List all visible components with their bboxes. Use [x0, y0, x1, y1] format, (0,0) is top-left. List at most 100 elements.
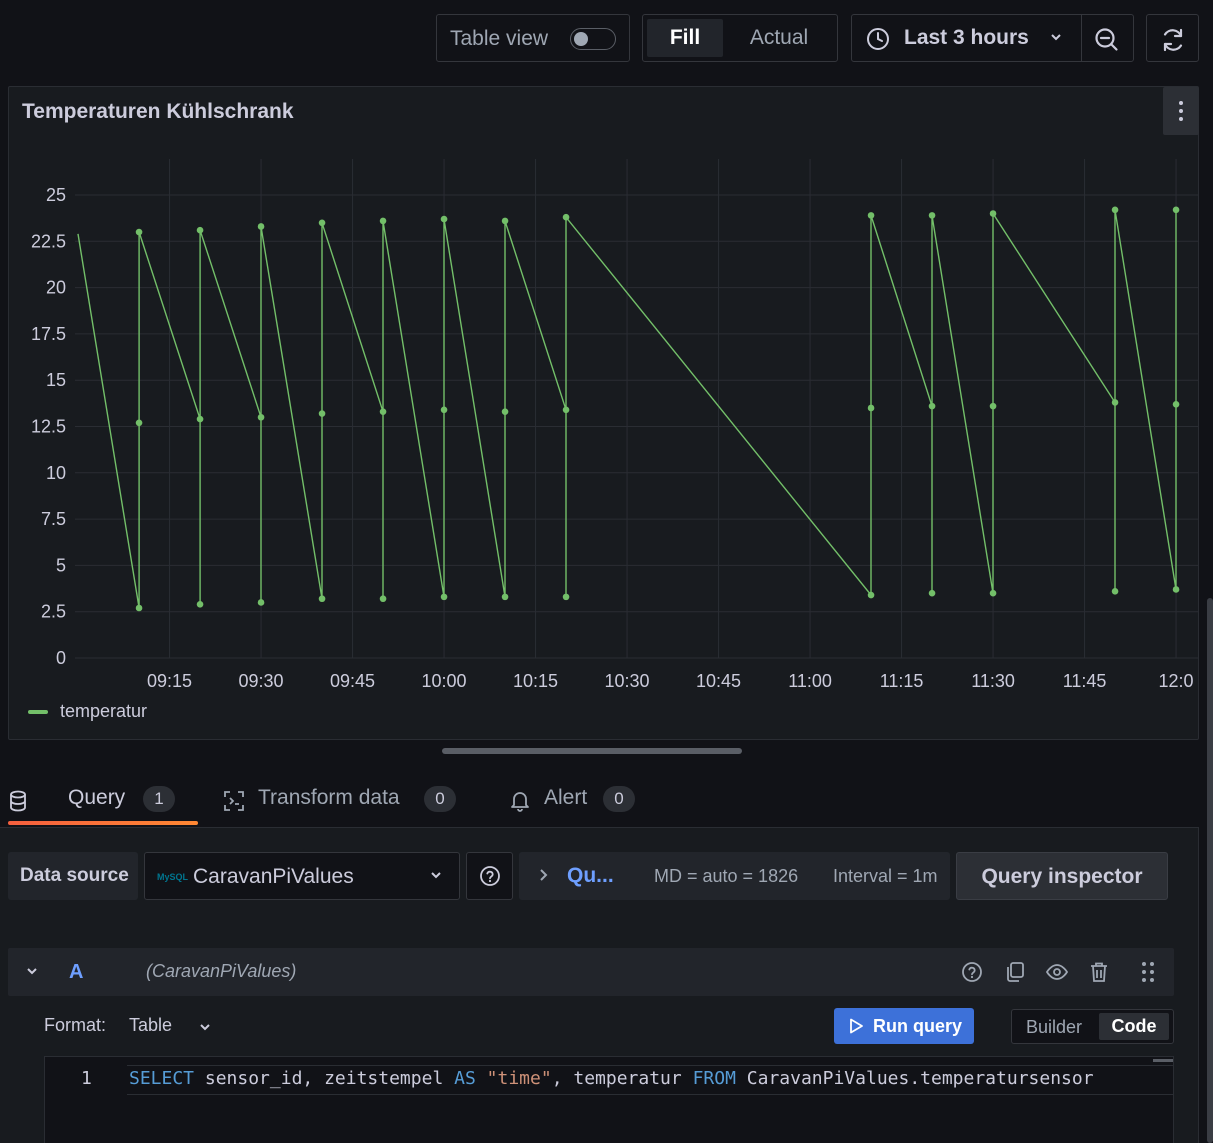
- drag-handle-icon[interactable]: [1141, 961, 1155, 983]
- time-series-chart: 0 2.5 5 7.5 10 12.5 15 17.5 20 22.5 25 09:15 09:30 09…: [31, 159, 1198, 691]
- trash-icon[interactable]: [1089, 961, 1109, 983]
- mysql-logo-icon: MySQL: [157, 872, 189, 882]
- time-range-picker[interactable]: Last 3 hours: [851, 14, 1134, 62]
- data-point: [379, 217, 387, 225]
- data-source-name: CaravanPiValues: [193, 865, 354, 888]
- tab-query[interactable]: Query 1: [8, 786, 198, 826]
- more-vertical-icon: [1179, 101, 1183, 125]
- code-mode-option[interactable]: Code: [1099, 1013, 1169, 1040]
- data-point: [1111, 399, 1119, 406]
- data-point: [928, 589, 936, 597]
- chevron-down-icon[interactable]: [198, 1020, 212, 1034]
- data-point: [196, 226, 204, 234]
- eye-icon[interactable]: [1045, 961, 1069, 983]
- panel-title: Temperaturen Kühlschrank: [22, 100, 294, 123]
- y-tick-label: 2.5: [41, 602, 66, 622]
- tab-transform[interactable]: Transform data 0: [223, 786, 463, 826]
- query-inspector-button[interactable]: Query inspector: [956, 852, 1168, 900]
- query-row-header[interactable]: A (CaravanPiValues): [8, 948, 1174, 996]
- question-circle-icon: [480, 866, 500, 886]
- bell-icon: [511, 792, 529, 812]
- x-tick-label: 10:15: [513, 671, 558, 691]
- data-point: [501, 217, 509, 225]
- sql-code-editor[interactable]: 1 SELECT sensor_id, zeitstempel AS "time…: [44, 1056, 1174, 1143]
- y-tick-label: 15: [46, 370, 66, 390]
- y-tick-label: 7.5: [41, 509, 66, 529]
- data-point: [135, 604, 143, 612]
- x-tick-label: 09:15: [147, 671, 192, 691]
- refresh-button[interactable]: [1146, 14, 1199, 62]
- data-point: [196, 600, 204, 608]
- y-tick-label: 25: [46, 185, 66, 205]
- x-tick-label: 11:15: [880, 671, 924, 691]
- page-scrollbar[interactable]: [1207, 598, 1213, 1143]
- data-point: [501, 408, 509, 415]
- chevron-down-icon: [431, 872, 441, 879]
- x-tick-label: 11:45: [1063, 671, 1107, 691]
- y-tick-label: 22.5: [31, 231, 66, 251]
- data-point: [928, 402, 936, 410]
- x-tick-label: 11:30: [971, 671, 1015, 691]
- x-tick-label: 09:45: [330, 671, 375, 691]
- x-tick-label: 09:30: [239, 671, 284, 691]
- table-view-label: Table view: [450, 27, 549, 50]
- query-options-label: Qu...: [567, 864, 614, 887]
- format-select[interactable]: Table: [129, 1015, 172, 1036]
- data-point: [440, 406, 448, 414]
- legend-swatch: [28, 710, 48, 715]
- line-number: 1: [81, 1068, 92, 1089]
- tab-alert-label: Alert: [544, 786, 588, 809]
- fill-option[interactable]: Fill: [647, 19, 723, 57]
- data-point: [501, 593, 509, 601]
- tab-alert[interactable]: Alert 0: [510, 786, 640, 826]
- time-range-label: Last 3 hours: [904, 26, 1029, 49]
- data-source-help-button[interactable]: [466, 852, 513, 900]
- chevron-right-icon: [540, 869, 548, 881]
- data-point: [562, 593, 570, 601]
- tab-transform-label: Transform data: [258, 786, 400, 809]
- clock-icon: [867, 28, 889, 50]
- x-tick-label: 11:00: [788, 671, 832, 691]
- data-point: [989, 589, 997, 597]
- query-options-bar[interactable]: Qu... MD = auto = 1826 Interval = 1m: [519, 852, 950, 900]
- active-tab-indicator: [8, 821, 198, 825]
- format-label: Format:: [44, 1015, 107, 1035]
- actual-option[interactable]: Actual: [729, 19, 829, 57]
- data-point: [318, 595, 326, 603]
- run-query-button[interactable]: Run query: [834, 1008, 974, 1044]
- duplicate-icon[interactable]: [1004, 961, 1026, 983]
- x-tick-label: 10:45: [696, 671, 741, 691]
- x-tick-label: 10:00: [422, 671, 467, 691]
- data-point: [562, 213, 570, 221]
- data-point: [318, 219, 326, 227]
- sql-code-line[interactable]: SELECT sensor_id, zeitstempel AS "time",…: [129, 1068, 1094, 1089]
- chart-legend[interactable]: temperatur: [28, 701, 147, 722]
- builder-mode-option[interactable]: Builder: [1026, 1017, 1082, 1038]
- panel-menu-button[interactable]: [1163, 87, 1199, 135]
- data-point: [135, 419, 143, 427]
- panel-resize-handle[interactable]: [442, 748, 742, 754]
- data-point: [1111, 588, 1119, 595]
- data-point: [257, 223, 265, 230]
- question-circle-icon[interactable]: [961, 961, 983, 983]
- x-tick-label: 12:0: [1159, 671, 1194, 691]
- y-tick-label: 0: [56, 648, 66, 668]
- table-view-switch[interactable]: [570, 28, 616, 50]
- y-tick-label: 17.5: [31, 324, 66, 344]
- tab-query-label: Query: [68, 786, 126, 809]
- data-point: [257, 599, 265, 606]
- data-point: [1172, 400, 1180, 408]
- y-tick-label: 20: [46, 278, 66, 298]
- table-view-toggle[interactable]: Table view: [436, 14, 630, 62]
- query-ref-id[interactable]: A: [69, 961, 83, 984]
- refresh-icon: [1163, 28, 1183, 52]
- data-point: [318, 410, 326, 417]
- data-source-select[interactable]: MySQL CaravanPiValues: [144, 852, 460, 900]
- chevron-down-icon[interactable]: [25, 964, 39, 978]
- data-point: [379, 595, 387, 603]
- data-point: [867, 591, 875, 599]
- tab-alert-count: 0: [603, 786, 635, 812]
- fill-actual-toggle: Fill Actual: [642, 14, 838, 62]
- zoom-out-icon[interactable]: [1094, 27, 1120, 53]
- tab-query-count: 1: [143, 786, 175, 812]
